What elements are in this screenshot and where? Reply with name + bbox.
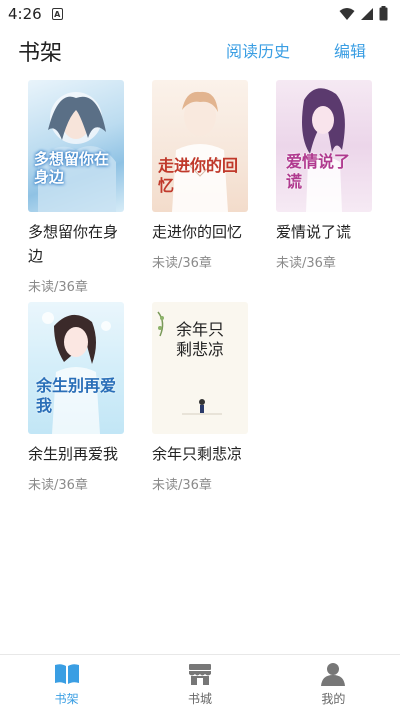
store-icon <box>188 664 211 685</box>
book-status: 未读/36章 <box>152 478 212 493</box>
cover-title: 余年只剩悲凉 <box>176 320 225 359</box>
tab-bookstore[interactable]: 书城 <box>133 655 266 712</box>
status-bar: 4:26 A <box>0 0 400 28</box>
book-cover[interactable]: 多想留你在身边 <box>28 80 124 212</box>
tab-bookshelf[interactable]: 书架 <box>0 655 133 712</box>
book-title: 余年只剩悲凉 <box>152 445 243 463</box>
book-item[interactable]: 余年只剩悲凉 余年只剩悲凉 未读/36章 <box>152 302 252 493</box>
book-title: 余生别再爱我 <box>28 445 119 463</box>
book-item[interactable]: 爱情说了谎 爱情说了谎 未读/36章 <box>276 80 376 271</box>
reading-history-button[interactable]: 阅读历史 <box>226 38 290 62</box>
book-item[interactable]: 走进你的回忆 走进你的回忆 未读/36章 <box>152 80 252 271</box>
edit-button[interactable]: 编辑 <box>334 38 366 62</box>
cover-title: 余生别再爱我 <box>36 376 117 415</box>
wifi-icon <box>339 7 355 20</box>
bottom-tab-bar: 书架 书城 我的 <box>0 654 400 712</box>
book-title: 走进你的回忆 <box>152 223 243 241</box>
book-status: 未读/36章 <box>28 280 88 295</box>
tab-label: 书城 <box>187 692 212 706</box>
notification-icon: A <box>51 8 63 20</box>
cover-title: 走进你的回忆 <box>158 156 239 195</box>
status-time: 4:26 <box>8 5 42 23</box>
book-item[interactable]: 余生别再爱我 余生别再爱我 未读/36章 <box>28 302 128 493</box>
book-title: 多想留你在身边 <box>28 223 119 265</box>
book-cover[interactable]: 爱情说了谎 <box>276 80 372 212</box>
book-cover[interactable]: 余年只剩悲凉 <box>152 302 248 434</box>
cover-art <box>38 92 116 212</box>
book-title: 爱情说了谎 <box>276 223 352 241</box>
book-status: 未读/36章 <box>28 478 88 493</box>
book-item[interactable]: 多想留你在身边 多想留你在身边 未读/36章 <box>28 80 128 295</box>
header: 书架 阅读历史 编辑 <box>0 32 400 68</box>
book-icon <box>54 664 79 684</box>
tab-label: 我的 <box>321 692 346 706</box>
page-title: 书架 <box>18 41 63 66</box>
tab-profile[interactable]: 我的 <box>267 655 400 712</box>
person-icon <box>321 663 346 686</box>
book-status: 未读/36章 <box>152 256 212 271</box>
cover-title: 多想留你在身边 <box>34 150 110 186</box>
tab-label: 书架 <box>54 692 79 706</box>
cover-title: 爱情说了谎 <box>286 152 351 191</box>
battery-icon <box>379 6 388 21</box>
book-cover[interactable]: 余生别再爱我 <box>28 302 124 434</box>
cover-art <box>302 88 345 212</box>
signal-icon <box>361 7 373 20</box>
book-status: 未读/36章 <box>276 256 336 271</box>
book-cover[interactable]: 走进你的回忆 <box>152 80 248 212</box>
